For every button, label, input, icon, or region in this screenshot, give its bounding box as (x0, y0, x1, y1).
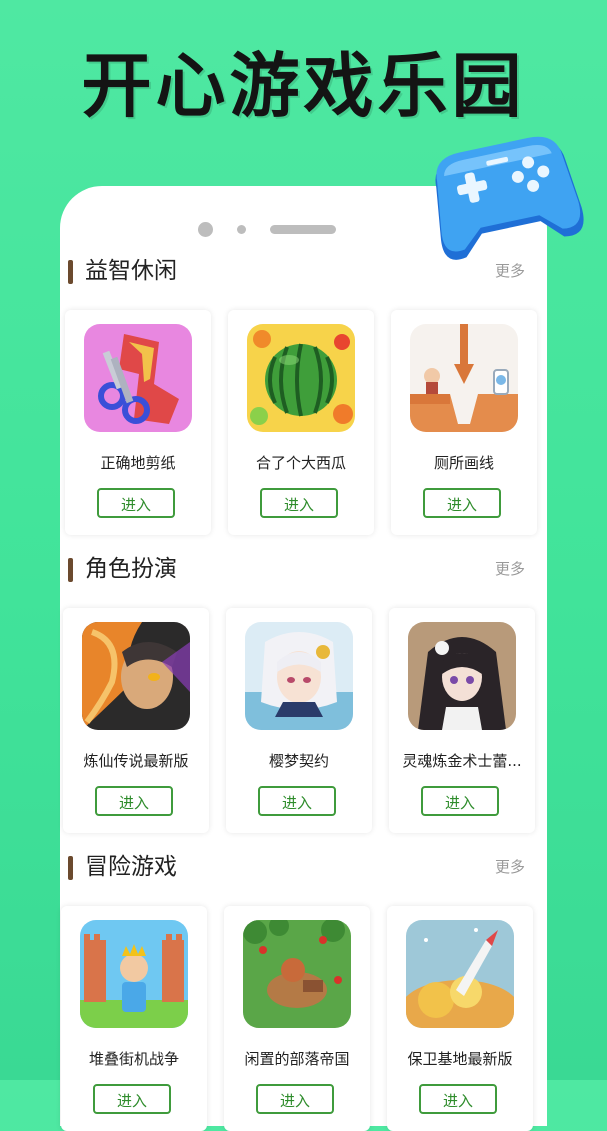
game-card[interactable]: 厕所画线 进入 (391, 310, 537, 535)
enter-button[interactable]: 进入 (260, 488, 338, 518)
banner-title: 开心游戏乐园 (81, 44, 526, 127)
game-card[interactable]: 堆叠街机战争 进入 (61, 906, 207, 1131)
enter-button[interactable]: 进入 (93, 1084, 171, 1114)
game-name: 厕所画线 (433, 454, 494, 472)
enter-button[interactable]: 进入 (421, 786, 499, 816)
paper-cutting-scissors-icon (84, 324, 192, 432)
game-name: 合了个大西瓜 (255, 454, 346, 472)
game-name: 樱梦契约 (268, 752, 329, 770)
sensor-dot (237, 225, 246, 234)
section-marker (68, 856, 73, 880)
game-card[interactable]: 炼仙传说最新版 进入 (63, 608, 209, 833)
game-card[interactable]: 正确地剪纸 进入 (65, 310, 211, 535)
castle-king-icon (80, 920, 188, 1028)
section-title: 角色扮演 (85, 556, 177, 582)
section-marker (68, 260, 73, 284)
game-card[interactable]: 灵魂炼金术士蕾... 进入 (389, 608, 535, 833)
section-marker (68, 558, 73, 582)
more-link[interactable]: 更多 (495, 852, 525, 882)
section-header: 益智休闲 更多 (60, 254, 547, 288)
game-name: 保卫基地最新版 (407, 1050, 513, 1068)
more-link[interactable]: 更多 (495, 256, 525, 286)
anime-girl-icon (245, 622, 353, 730)
game-name: 堆叠街机战争 (88, 1050, 179, 1068)
speaker-bar (270, 225, 336, 234)
watermelon-icon (247, 324, 355, 432)
camera-dot (198, 222, 213, 237)
enter-button[interactable]: 进入 (423, 488, 501, 518)
game-card[interactable]: 合了个大西瓜 进入 (228, 310, 374, 535)
game-card[interactable]: 保卫基地最新版 进入 (387, 906, 533, 1131)
enter-button[interactable]: 进入 (97, 488, 175, 518)
section-title: 冒险游戏 (85, 854, 177, 880)
section-header: 冒险游戏 更多 (60, 850, 547, 884)
tribe-village-icon (243, 920, 351, 1028)
section-title: 益智休闲 (85, 258, 177, 284)
rocket-base-icon (406, 920, 514, 1028)
game-card[interactable]: 闲置的部落帝国 进入 (224, 906, 370, 1131)
enter-button[interactable]: 进入 (256, 1084, 334, 1114)
more-link[interactable]: 更多 (495, 554, 525, 584)
game-name: 闲置的部落帝国 (244, 1050, 350, 1068)
gamepad-icon (435, 136, 584, 260)
enter-button[interactable]: 进入 (258, 786, 336, 816)
game-card[interactable]: 樱梦契约 进入 (226, 608, 372, 833)
toilet-line-puzzle-icon (410, 324, 518, 432)
enter-button[interactable]: 进入 (419, 1084, 497, 1114)
enter-button[interactable]: 进入 (95, 786, 173, 816)
game-name: 炼仙传说最新版 (83, 752, 189, 770)
dark-haired-girl-icon (408, 622, 516, 730)
game-name: 正确地剪纸 (100, 454, 176, 472)
section-header: 角色扮演 更多 (60, 552, 547, 586)
game-name: 灵魂炼金术士蕾... (402, 752, 522, 770)
fantasy-warrior-icon (82, 622, 190, 730)
